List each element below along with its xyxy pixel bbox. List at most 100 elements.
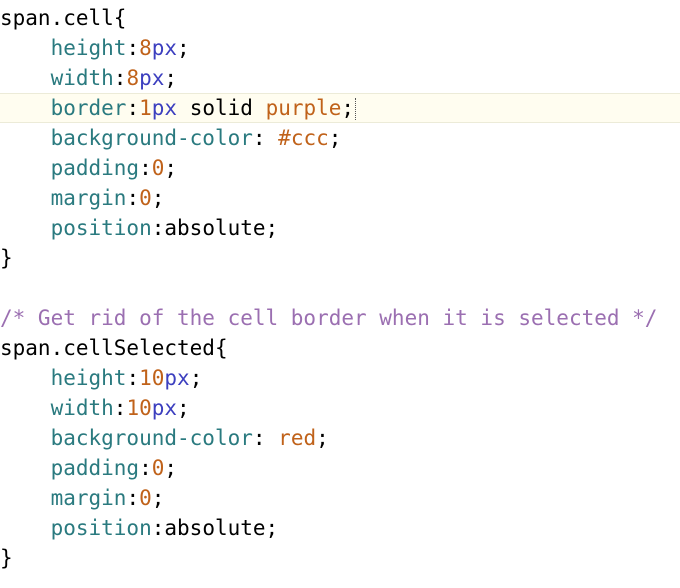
brace: } xyxy=(0,546,13,570)
plain-text xyxy=(0,126,51,150)
css-property: width xyxy=(50,66,114,90)
plain-text xyxy=(0,486,51,510)
unit-literal: px xyxy=(164,366,190,390)
code-line[interactable]: } xyxy=(0,543,680,573)
punctuation: ; xyxy=(177,36,190,60)
code-line[interactable]: padding:0; xyxy=(0,153,680,183)
punctuation: : xyxy=(126,486,140,510)
css-property: margin xyxy=(50,486,127,510)
code-line[interactable]: } xyxy=(0,243,680,273)
css-property: border xyxy=(50,96,127,120)
code-line[interactable] xyxy=(0,273,680,303)
number-literal: 10 xyxy=(139,366,165,390)
punctuation: : xyxy=(126,186,140,210)
punctuation: ; xyxy=(265,516,279,540)
plain-text xyxy=(0,186,51,210)
punctuation: ; xyxy=(328,126,342,150)
keyword-value: red xyxy=(278,426,317,450)
punctuation: : xyxy=(151,516,165,540)
punctuation: ; xyxy=(189,366,203,390)
number-literal: 1 xyxy=(139,96,152,120)
code-line[interactable]: background-color: red; xyxy=(0,423,680,453)
code-line[interactable]: width:8px; xyxy=(0,63,680,93)
css-property: background-color xyxy=(50,426,253,450)
code-line[interactable]: height:8px; xyxy=(0,33,680,63)
plain-text xyxy=(0,456,51,480)
number-literal: 0 xyxy=(139,186,152,210)
punctuation: : xyxy=(252,426,279,450)
code-editor[interactable]: span.cell{ height:8px; width:8px; border… xyxy=(0,0,680,588)
code-line[interactable]: position:absolute; xyxy=(0,513,680,543)
plain-text xyxy=(0,156,51,180)
unit-literal: px xyxy=(151,36,178,60)
css-property: padding xyxy=(50,156,140,180)
code-line[interactable]: /* Get rid of the cell border when it is… xyxy=(0,303,680,333)
code-line[interactable]: position:absolute; xyxy=(0,213,680,243)
plain-text: solid xyxy=(177,96,266,120)
keyword-value: purple xyxy=(265,96,342,120)
brace: { xyxy=(214,336,228,360)
punctuation: : xyxy=(113,66,127,90)
css-property: position xyxy=(50,216,152,240)
keyword-value: #ccc xyxy=(278,126,329,150)
plain-text xyxy=(0,516,51,540)
number-literal: 10 xyxy=(126,396,152,420)
number-literal: 0 xyxy=(151,456,165,480)
punctuation: ; xyxy=(151,486,165,510)
css-property: padding xyxy=(50,456,140,480)
punctuation: ; xyxy=(164,456,178,480)
number-literal: 8 xyxy=(126,66,140,90)
punctuation: : xyxy=(126,366,140,390)
css-property: margin xyxy=(50,186,127,210)
plain-text: absolute xyxy=(164,516,266,540)
code-line[interactable]: margin:0; xyxy=(0,483,680,513)
css-selector: span.cellSelected xyxy=(0,336,215,360)
punctuation: ; xyxy=(151,186,165,210)
code-line-current[interactable]: border:1px solid purple; xyxy=(0,93,680,123)
plain-text xyxy=(0,216,51,240)
code-line[interactable]: span.cellSelected{ xyxy=(0,333,680,363)
plain-text: absolute xyxy=(164,216,266,240)
unit-literal: px xyxy=(139,66,165,90)
punctuation: ; xyxy=(316,426,329,450)
code-line[interactable]: height:10px; xyxy=(0,363,680,393)
brace: { xyxy=(113,6,127,30)
punctuation: : xyxy=(139,156,152,180)
unit-literal: px xyxy=(151,396,178,420)
text-caret xyxy=(355,98,358,120)
code-line[interactable]: span.cell{ xyxy=(0,3,680,33)
brace: } xyxy=(0,246,13,270)
code-line[interactable]: margin:0; xyxy=(0,183,680,213)
css-property: background-color xyxy=(50,126,253,150)
code-line[interactable]: width:10px; xyxy=(0,393,680,423)
plain-text xyxy=(0,396,51,420)
punctuation: : xyxy=(151,216,165,240)
punctuation: ; xyxy=(164,66,178,90)
code-comment: /* Get rid of the cell border when it is… xyxy=(0,306,658,330)
plain-text xyxy=(0,66,51,90)
css-property: height xyxy=(50,36,127,60)
unit-literal: px xyxy=(151,96,178,120)
code-line[interactable]: padding:0; xyxy=(0,453,680,483)
css-property: position xyxy=(50,516,152,540)
plain-text xyxy=(0,36,51,60)
punctuation: ; xyxy=(341,96,355,120)
code-line[interactable]: background-color: #ccc; xyxy=(0,123,680,153)
plain-text xyxy=(0,96,51,120)
punctuation: ; xyxy=(164,156,178,180)
plain-text xyxy=(0,366,51,390)
number-literal: 8 xyxy=(139,36,152,60)
punctuation: : xyxy=(139,456,152,480)
number-literal: 0 xyxy=(151,156,165,180)
punctuation: : xyxy=(126,96,140,120)
punctuation: ; xyxy=(177,396,190,420)
punctuation: : xyxy=(113,396,127,420)
css-selector: span.cell xyxy=(0,6,114,30)
number-literal: 0 xyxy=(139,486,152,510)
css-property: width xyxy=(50,396,114,420)
punctuation: ; xyxy=(265,216,279,240)
css-property: height xyxy=(50,366,127,390)
punctuation: : xyxy=(126,36,140,60)
punctuation: : xyxy=(252,126,279,150)
plain-text xyxy=(0,426,51,450)
